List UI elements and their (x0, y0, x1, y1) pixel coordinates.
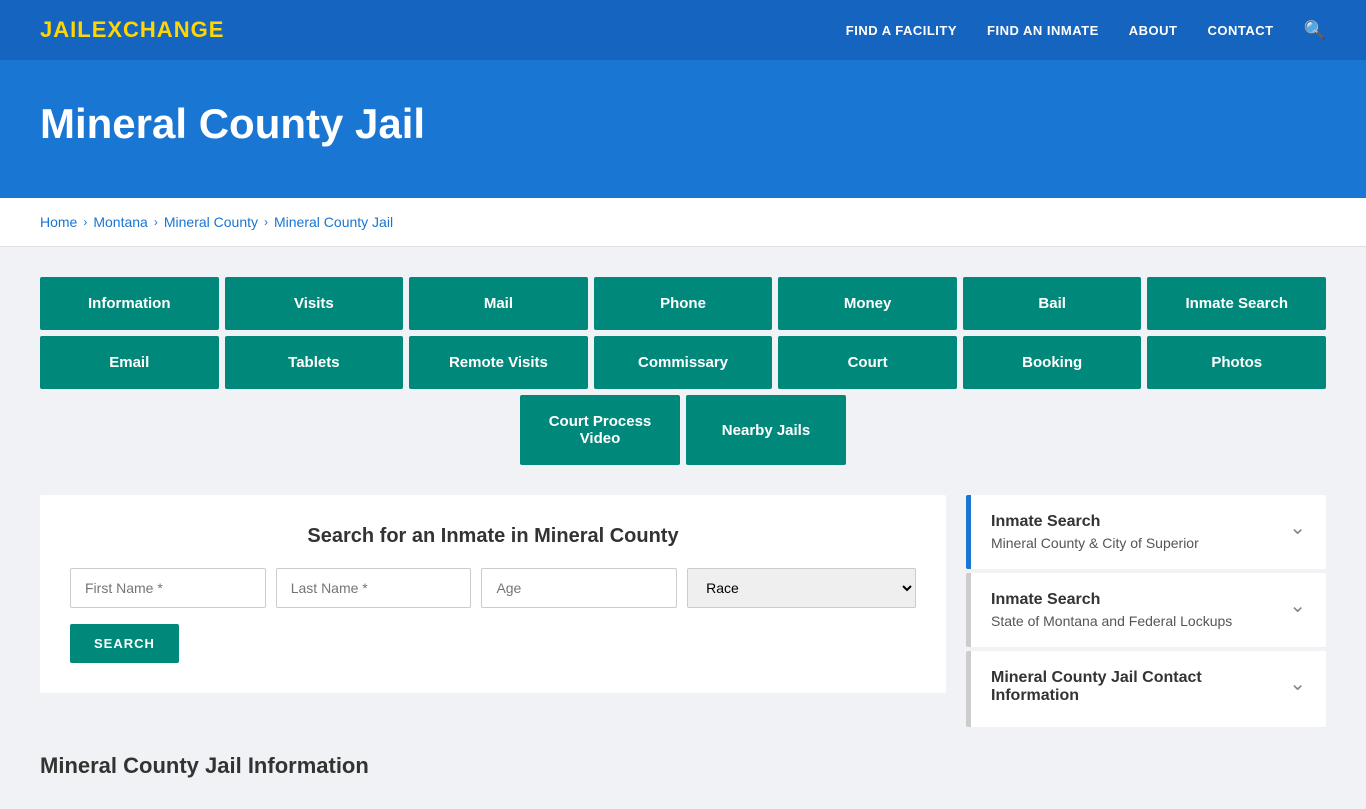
btn-phone[interactable]: Phone (594, 277, 773, 330)
btn-email[interactable]: Email (40, 336, 219, 389)
chevron-down-icon-2: ⌄ (1289, 593, 1306, 618)
sidebar-card-2[interactable]: Inmate Search State of Montana and Feder… (966, 573, 1326, 647)
search-fields: Race White Black Hispanic Asian Other (70, 568, 916, 608)
btn-court-process-video[interactable]: Court Process Video (520, 395, 680, 465)
main-nav: FIND A FACILITY FIND AN INMATE ABOUT CON… (846, 20, 1326, 41)
sidebar-card-subtitle-2: State of Montana and Federal Lockups (991, 613, 1232, 629)
hero-section: Mineral County Jail (0, 60, 1366, 198)
last-name-input[interactable] (276, 568, 472, 608)
age-input[interactable] (481, 568, 677, 608)
btn-inmate-search[interactable]: Inmate Search (1147, 277, 1326, 330)
bottom-section: Mineral County Jail Information (40, 693, 946, 779)
search-heading: Search for an Inmate in Mineral County (70, 525, 916, 548)
sidebar-card-subtitle-1: Mineral County & City of Superior (991, 535, 1199, 551)
sidebar-card-header-3[interactable]: Mineral County Jail Contact Information … (971, 651, 1326, 727)
btn-commissary[interactable]: Commissary (594, 336, 773, 389)
search-panel: Search for an Inmate in Mineral County R… (40, 495, 946, 693)
sidebar-card-title-3: Mineral County Jail Contact Information (991, 669, 1279, 705)
left-panel: Search for an Inmate in Mineral County R… (40, 495, 946, 779)
btn-court[interactable]: Court (778, 336, 957, 389)
breadcrumb-mineral-county[interactable]: Mineral County (164, 214, 258, 230)
sidebar-card-text-3: Mineral County Jail Contact Information (991, 669, 1279, 709)
nav-row-2: Email Tablets Remote Visits Commissary C… (40, 336, 1326, 389)
btn-remote-visits[interactable]: Remote Visits (409, 336, 588, 389)
search-button[interactable]: SEARCH (70, 624, 179, 663)
logo-exchange: EXCHANGE (92, 17, 225, 42)
sidebar-card-title-2: Inmate Search (991, 591, 1232, 609)
search-icon[interactable]: 🔍 (1304, 20, 1326, 41)
sidebar-card-text-2: Inmate Search State of Montana and Feder… (991, 591, 1232, 629)
btn-information[interactable]: Information (40, 277, 219, 330)
breadcrumb-sep-2: › (154, 215, 158, 229)
btn-nearby-jails[interactable]: Nearby Jails (686, 395, 846, 465)
nav-find-inmate[interactable]: FIND AN INMATE (987, 23, 1099, 38)
sidebar-card-text-1: Inmate Search Mineral County & City of S… (991, 513, 1199, 551)
breadcrumb-sep-1: › (83, 215, 87, 229)
header: JAILEXCHANGE FIND A FACILITY FIND AN INM… (0, 0, 1366, 60)
btn-money[interactable]: Money (778, 277, 957, 330)
btn-tablets[interactable]: Tablets (225, 336, 404, 389)
chevron-down-icon-3: ⌄ (1289, 671, 1306, 696)
breadcrumb-home[interactable]: Home (40, 214, 77, 230)
breadcrumb-sep-3: › (264, 215, 268, 229)
btn-bail[interactable]: Bail (963, 277, 1142, 330)
breadcrumb-mineral-county-jail[interactable]: Mineral County Jail (274, 214, 393, 230)
btn-visits[interactable]: Visits (225, 277, 404, 330)
logo-jail: JAIL (40, 17, 92, 42)
sidebar-card-1[interactable]: Inmate Search Mineral County & City of S… (966, 495, 1326, 569)
breadcrumb-montana[interactable]: Montana (93, 214, 147, 230)
sidebar-card-title-1: Inmate Search (991, 513, 1199, 531)
chevron-down-icon-1: ⌄ (1289, 515, 1306, 540)
sidebar-card-header-1[interactable]: Inmate Search Mineral County & City of S… (971, 495, 1326, 569)
sidebar: Inmate Search Mineral County & City of S… (966, 495, 1326, 779)
race-select[interactable]: Race White Black Hispanic Asian Other (687, 568, 916, 608)
nav-contact[interactable]: CONTACT (1207, 23, 1273, 38)
nav-about[interactable]: ABOUT (1129, 23, 1178, 38)
nav-buttons-grid: Information Visits Mail Phone Money Bail… (40, 277, 1326, 465)
section-heading: Mineral County Jail Information (40, 743, 946, 779)
nav-row-1: Information Visits Mail Phone Money Bail… (40, 277, 1326, 330)
first-name-input[interactable] (70, 568, 266, 608)
btn-booking[interactable]: Booking (963, 336, 1142, 389)
nav-find-facility[interactable]: FIND A FACILITY (846, 23, 957, 38)
btn-photos[interactable]: Photos (1147, 336, 1326, 389)
btn-mail[interactable]: Mail (409, 277, 588, 330)
main-content: Information Visits Mail Phone Money Bail… (0, 247, 1366, 809)
sidebar-card-header-2[interactable]: Inmate Search State of Montana and Feder… (971, 573, 1326, 647)
content-layout: Search for an Inmate in Mineral County R… (40, 495, 1326, 779)
breadcrumb: Home › Montana › Mineral County › Minera… (0, 198, 1366, 247)
logo[interactable]: JAILEXCHANGE (40, 17, 224, 43)
nav-row-3: Court Process Video Nearby Jails (40, 395, 1326, 465)
sidebar-card-3[interactable]: Mineral County Jail Contact Information … (966, 651, 1326, 727)
page-title: Mineral County Jail (40, 100, 1326, 148)
